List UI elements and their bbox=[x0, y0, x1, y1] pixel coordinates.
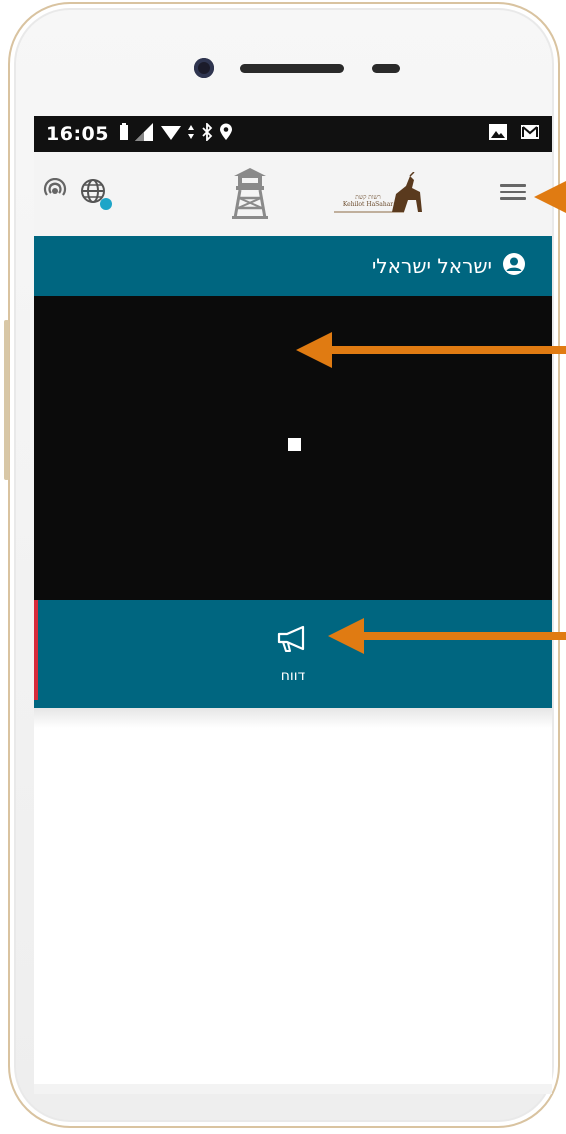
center-marker bbox=[288, 438, 301, 451]
user-circle-icon bbox=[502, 252, 526, 280]
proximity-sensor bbox=[372, 64, 400, 73]
empty-screen-area bbox=[34, 728, 552, 1084]
globe-icon[interactable] bbox=[80, 178, 112, 210]
bottom-bezel bbox=[34, 1084, 552, 1094]
megaphone-icon bbox=[275, 624, 311, 658]
broadcast-icon[interactable] bbox=[42, 177, 68, 208]
wifi-icon bbox=[160, 123, 181, 145]
arrow-to-video-icon bbox=[296, 332, 566, 368]
brand-logo: רשות קשת Kehilot HaSahar bbox=[334, 172, 430, 218]
bar-shadow bbox=[34, 708, 552, 728]
notification-dot bbox=[100, 198, 112, 210]
signal-icon bbox=[134, 123, 155, 145]
watchtower-icon bbox=[232, 168, 268, 224]
data-arrows-icon bbox=[187, 123, 195, 145]
gallery-icon bbox=[488, 123, 508, 145]
user-name: ישראל ישראלי bbox=[371, 254, 492, 278]
side-button bbox=[4, 320, 9, 480]
status-bar: 16:05 bbox=[34, 116, 552, 152]
hamburger-menu-icon[interactable] bbox=[500, 180, 526, 202]
battery-icon bbox=[119, 123, 129, 145]
arrow-to-menu-icon bbox=[534, 181, 566, 213]
speaker-grille bbox=[240, 64, 344, 73]
user-bar[interactable]: ישראל ישראלי bbox=[34, 236, 552, 296]
gmail-icon bbox=[520, 123, 540, 145]
bluetooth-icon bbox=[201, 121, 213, 145]
report-label: דווח bbox=[280, 668, 306, 684]
location-icon bbox=[219, 123, 233, 145]
red-edge-indicator bbox=[34, 600, 38, 700]
arrow-to-report-icon bbox=[328, 618, 566, 654]
app-header: רשות קשת Kehilot HaSahar bbox=[34, 152, 552, 236]
status-time: 16:05 bbox=[46, 123, 109, 145]
front-camera bbox=[194, 58, 214, 78]
